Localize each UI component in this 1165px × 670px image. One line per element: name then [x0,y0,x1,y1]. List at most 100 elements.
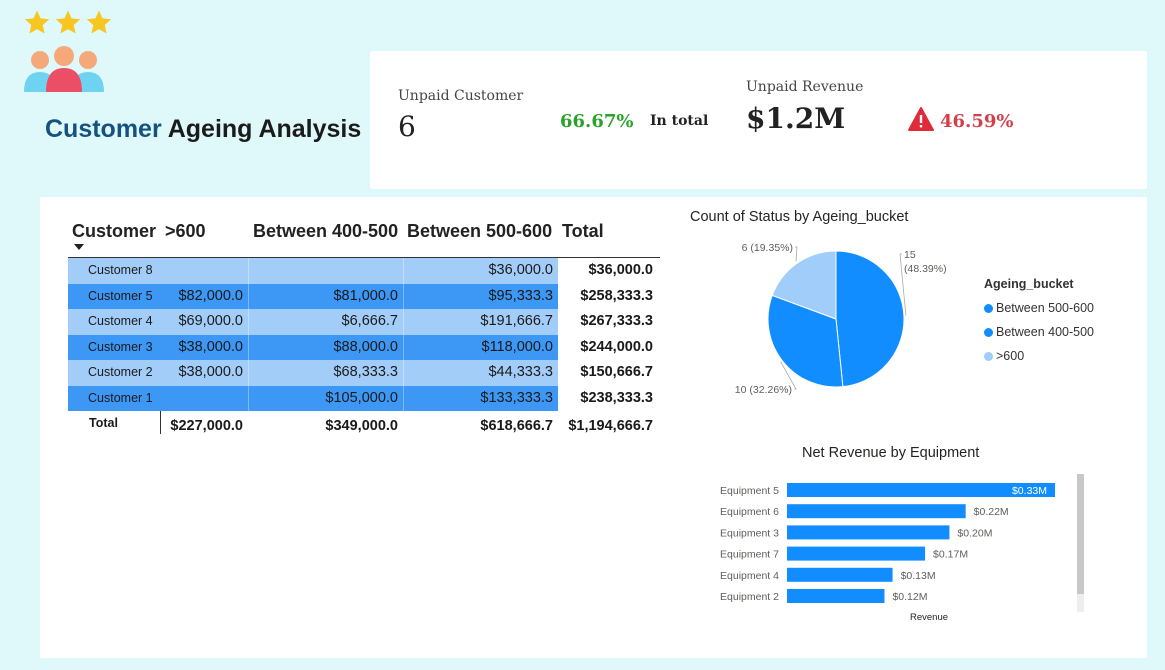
row-customer-label: Customer 1 [68,385,160,411]
matrix-row[interactable]: +Customer 4$69,000.0$6,666.7$191,666.7$2… [68,309,660,335]
people-group-icon [24,46,104,92]
cell-gt600 [160,385,248,411]
matrix-row[interactable]: +Customer 1$105,000.0$133,333.3$238,333.… [68,385,660,411]
pie-chart-title: Count of Status by Ageing_bucket [690,209,909,225]
bar-category-label: Equipment 3 [720,527,779,539]
cell-gt600: $38,000.0 [160,334,248,360]
pie-data-label: (48.39%) [904,263,947,275]
matrix-row[interactable]: +Customer 8$36,000.0$36,000.0 [68,258,660,284]
in-total-label: In total [650,113,709,129]
pie-legend-label: Between 400-500 [996,325,1094,339]
header-between-500-600[interactable]: Between 500-600 [407,221,552,242]
pie-data-label: 10 (32.26%) [735,384,792,396]
legend-dot-icon [984,327,993,337]
bar-category-label: Equipment 4 [720,570,779,582]
cell-total: $238,333.3 [580,389,653,406]
cell-gt600: $69,000.0 [160,309,248,335]
cell-gt600: $38,000.0 [160,360,248,386]
sort-descending-icon[interactable] [74,244,84,250]
star-icon [24,10,50,34]
row-customer-label: Customer 2 [68,360,160,386]
star-icon [86,10,112,34]
pie-data-label: 6 (19.35%) [742,242,793,254]
page-title: Customer Ageing Analysis [45,115,361,144]
bar-value-label: $0.17M [933,549,968,561]
pie-legend-item[interactable]: >600 [984,344,1094,368]
cell-gt600: $82,000.0 [160,283,248,309]
bar-category-label: Equipment 6 [720,506,779,518]
matrix-header: Customer >600 Between 400-500 Between 50… [68,218,660,258]
scrollbar-thumb[interactable] [1077,474,1084,594]
total-between-500-600: $618,666.7 [480,418,553,434]
bar-value-label: $0.33M [1012,485,1047,497]
total-between-400-500: $349,000.0 [325,418,398,434]
pie-data-label: 15 [904,249,916,261]
header-between-400-500[interactable]: Between 400-500 [253,221,398,242]
pie-legend-item[interactable]: Between 400-500 [984,320,1094,344]
cell-between-400-500 [248,258,403,284]
row-customer-label: Customer 5 [68,283,160,309]
unpaid-customer-value: 6 [398,110,416,143]
pie-slice[interactable] [835,250,905,388]
pie-chart[interactable]: 15 (48.39%) 10 (32.26%) 6 (19.35%) [720,238,975,408]
unpaid-revenue-label: Unpaid Revenue [746,79,864,95]
total-gt600: $227,000.0 [170,418,243,434]
cell-between-500-600: $36,000.0 [403,258,558,284]
grand-total: $1,194,666.7 [568,418,653,434]
star-icon [55,10,81,34]
pie-legend: Ageing_bucket Between 500-600 Between 400… [984,277,1094,368]
cell-between-500-600: $95,333.3 [403,283,558,309]
cell-between-500-600: $191,666.7 [403,309,558,335]
bar-value-label: $0.22M [974,506,1009,518]
bar-value-label: $0.12M [892,591,927,603]
bar[interactable] [787,525,950,540]
matrix-row[interactable]: +Customer 3$38,000.0$88,000.0$118,000.0$… [68,334,660,360]
row-customer-label: Customer 8 [68,258,160,284]
cell-between-500-600: $118,000.0 [403,334,558,360]
matrix-row[interactable]: +Customer 2$38,000.0$68,333.3$44,333.3$1… [68,360,660,386]
cell-total: $150,666.7 [580,364,653,380]
row-customer-label: Customer 3 [68,334,160,360]
bar-value-label: $0.13M [901,570,936,582]
bar-category-label: Equipment 2 [720,591,779,603]
bar[interactable] [787,567,893,582]
pie-leader-line [795,246,798,262]
rating-stars [22,8,114,38]
cell-between-400-500: $81,000.0 [248,283,403,309]
cell-gt600 [160,258,248,284]
pie-legend-title: Ageing_bucket [984,277,1074,291]
title-accent: Customer [45,115,162,143]
cell-total: $244,000.0 [580,338,653,355]
cell-total: $258,333.3 [580,287,653,304]
matrix-row[interactable]: +Customer 5$82,000.0$81,000.0$95,333.3$2… [68,283,660,309]
ageing-matrix: Customer >600 Between 400-500 Between 50… [68,218,660,437]
bar-chart-title: Net Revenue by Equipment [802,445,980,461]
bar[interactable] [787,504,966,519]
bar-category-label: Equipment 7 [720,549,779,561]
bar[interactable] [787,589,885,603]
matrix-total-row: Total $227,000.0 $349,000.0 $618,666.7 $… [68,411,660,437]
pie-legend-item[interactable]: Between 500-600 [984,296,1094,320]
unpaid-customer-pct: 66.67% [560,111,634,132]
unpaid-customer-label: Unpaid Customer [398,88,524,104]
bar-category-label: Equipment 5 [720,485,779,497]
header-gt600[interactable]: >600 [165,221,206,242]
cell-between-400-500: $6,666.7 [248,309,403,335]
pie-legend-label: Between 500-600 [996,301,1094,315]
header-total[interactable]: Total [562,221,604,242]
cell-between-500-600: $133,333.3 [403,385,558,411]
pie-legend-label: >600 [996,349,1025,363]
bar[interactable] [787,546,926,561]
unpaid-revenue-pct: 46.59% [940,111,1014,132]
bar-value-label: $0.20M [957,527,992,539]
cell-total: $36,000.0 [588,262,653,278]
header-customer[interactable]: Customer [72,221,156,242]
bar-chart[interactable]: Equipment 5 $0.33M Equipment 6 $0.22M Equipm… [700,472,1090,627]
cell-between-500-600: $44,333.3 [403,360,558,386]
unpaid-revenue-value: $1.2M [746,102,846,135]
total-row-label: Total [89,416,118,430]
cell-between-400-500: $105,000.0 [248,385,403,411]
bar-x-axis-label: Revenue [910,612,948,623]
cell-between-400-500: $88,000.0 [248,334,403,360]
legend-dot-icon [984,303,993,313]
